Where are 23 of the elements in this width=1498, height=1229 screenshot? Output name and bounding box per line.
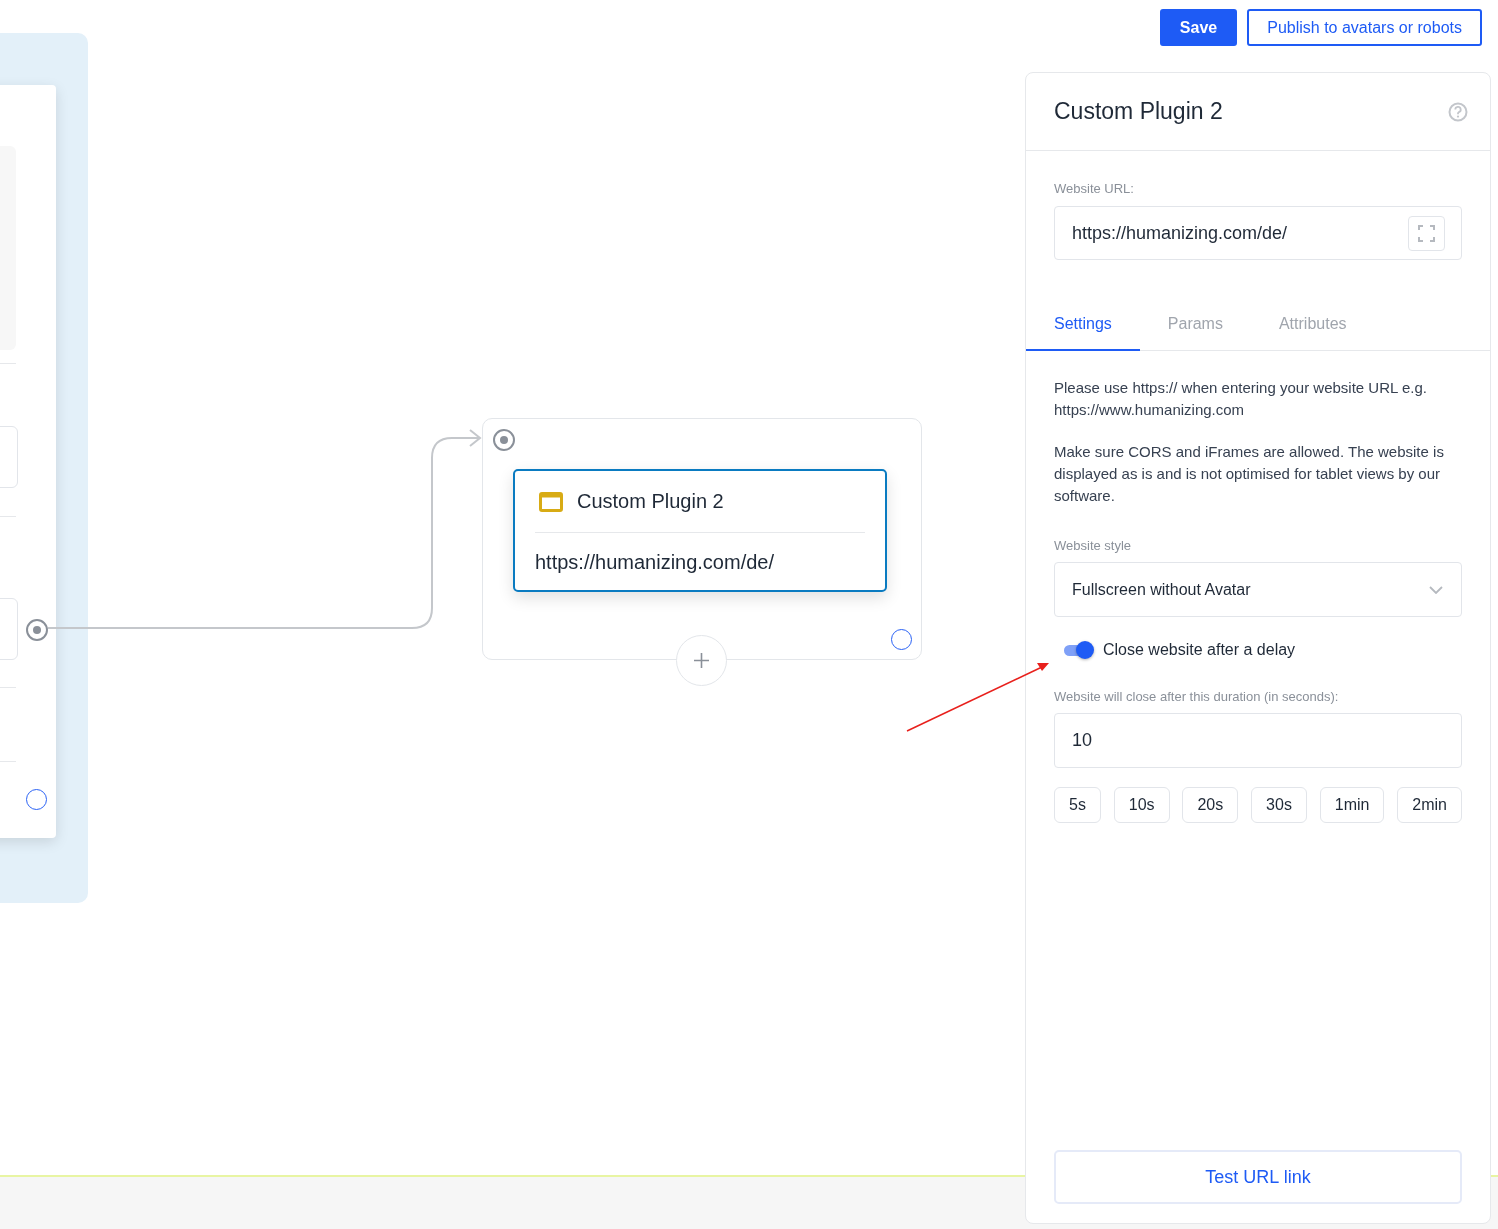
save-button[interactable]: Save <box>1159 9 1238 46</box>
plugin-node[interactable]: Custom Plugin 2 https://humanizing.com/de/ <box>513 469 887 592</box>
duration-preset-button[interactable]: 10s <box>1113 787 1170 823</box>
panel-tab[interactable]: Settings <box>1026 305 1140 351</box>
duration-preset-button[interactable]: 2min <box>1397 787 1462 823</box>
toggle-label: Close website after a delay <box>1103 641 1296 659</box>
publish-button[interactable]: Publish to avatars or robots <box>1247 9 1482 46</box>
test-url-button[interactable]: Test URL link <box>1054 1150 1462 1204</box>
duration-preset-button[interactable]: 20s <box>1182 787 1239 823</box>
style-select[interactable]: Fullscreen without Avatar <box>1054 562 1462 617</box>
url-field[interactable]: https://humanizing.com/de/ <box>1054 206 1462 260</box>
node-title: Custom Plugin 2 <box>577 490 724 513</box>
duration-preset-button[interactable]: 5s <box>1054 787 1101 823</box>
info-text: Please use https:// when entering your website URL e.g. https://www.humanizing.com <box>1054 378 1428 420</box>
duration-preset-button[interactable]: 1min <box>1319 787 1385 823</box>
panel-title: Custom Plugin 2 <box>1054 98 1223 125</box>
duration-field[interactable]: 10 <box>1054 713 1462 768</box>
field-label: Website will close after this duration (in seconds): <box>1054 689 1340 704</box>
node-url: https://humanizing.com/de/ <box>535 551 775 574</box>
field-label: Website style <box>1054 538 1133 553</box>
info-text: Make sure CORS and iFrames are allowed. The website is displayed as is and is not optimised for tablet views by our software. <box>1054 442 1445 506</box>
field-label: Website URL: <box>1054 181 1135 196</box>
duration-preset-button[interactable]: 30s <box>1251 787 1307 823</box>
